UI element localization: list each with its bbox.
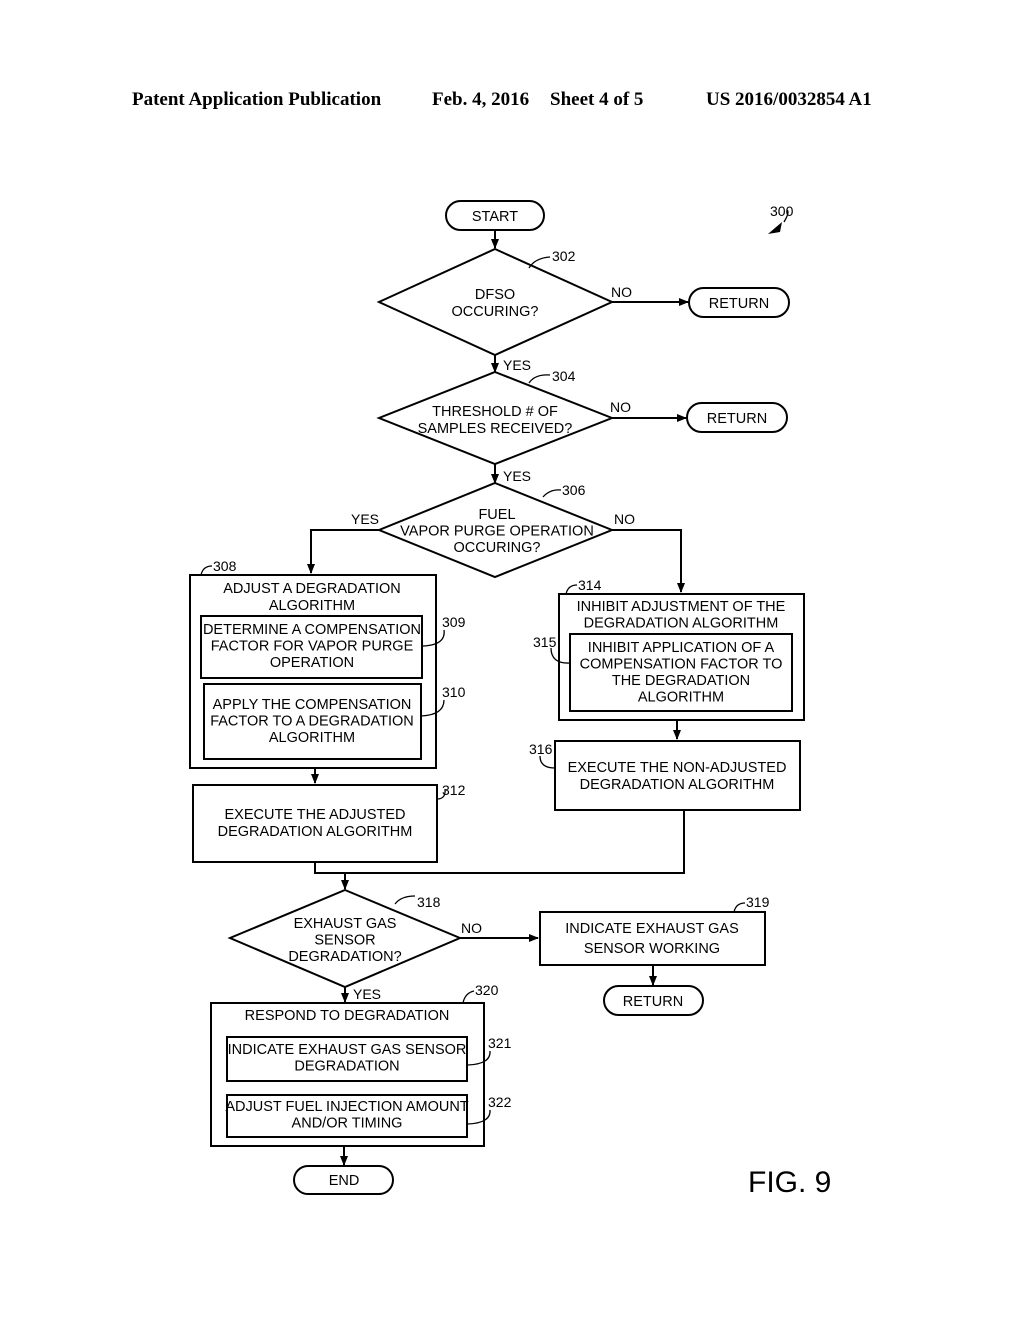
node-label-318-line: DEGRADATION? [288,949,401,965]
edge-label-318-yes: YES [353,986,381,1002]
node-label-310-line: FACTOR TO A DEGRADATION [210,714,414,730]
node-label-319-line: INDICATE EXHAUST GAS [565,921,739,937]
process-319 [539,911,766,966]
end-label: END [329,1173,360,1189]
ref-302: 302 [552,248,576,264]
edge-label-302-no: NO [611,284,632,300]
start-label: START [472,209,518,225]
node-label-312-line: DEGRADATION ALGORITHM [218,824,413,840]
node-label-318-line: EXHAUST GAS [294,916,397,932]
ref-310: 310 [442,684,466,700]
node-label-308-line: ALGORITHM [269,598,355,614]
node-label-314-line: INHIBIT ADJUSTMENT OF THE [577,599,786,615]
ref-319: 319 [746,894,770,910]
node-label-316-line: DEGRADATION ALGORITHM [580,777,775,793]
node-label-309-line: OPERATION [270,655,354,671]
node-label-315-line: THE DEGRADATION [612,673,750,689]
ref-314: 314 [578,577,602,593]
node-label-309-line: DETERMINE A COMPENSATION [203,622,421,638]
node-label-312-line: EXECUTE THE ADJUSTED [224,807,405,823]
flowchart-diagram: START RETURN RETURN RETURN END DFSOOCCUR… [189,200,831,1199]
edge-label-306-yes: YES [351,511,379,527]
ref-308: 308 [213,558,237,574]
ref-318: 318 [417,894,441,910]
node-label-322-line: AND/OR TIMING [292,1116,403,1132]
ref-309: 309 [442,614,466,630]
node-label-308-line: ADJUST A DEGRADATION [223,581,401,597]
node-label-318-line: SENSOR [314,933,375,949]
node-label-304-line: SAMPLES RECEIVED? [418,421,573,437]
edge-label-318-no: NO [461,920,482,936]
return-label: RETURN [623,994,683,1010]
ref-304: 304 [552,368,576,384]
node-label-320-line: RESPOND TO DEGRADATION [245,1008,450,1024]
node-label-310-line: APPLY THE COMPENSATION [213,697,412,713]
ref-306: 306 [562,482,586,498]
figure-ref-number: 300 [770,203,794,219]
node-label-315-line: ALGORITHM [638,690,724,706]
edge-label-302-yes: YES [503,357,531,373]
node-label-306-line: OCCURING? [453,540,540,556]
edge-label-304-yes: YES [503,468,531,484]
return-terminal-304: RETURN [686,402,788,433]
ref-321: 321 [488,1035,512,1051]
arrow-306-no [612,529,685,593]
node-label-321-line: DEGRADATION [294,1059,399,1075]
node-label-314-line: DEGRADATION ALGORITHM [584,616,779,632]
node-label-309-line: FACTOR FOR VAPOR PURGE [211,639,414,655]
ref-322: 322 [488,1094,512,1110]
node-label-302-line: DFSO [475,287,515,303]
node-label-304-line: THRESHOLD # OF [432,404,558,420]
ref-312: 312 [442,782,466,798]
node-label-319-line: SENSOR WORKING [584,941,720,957]
return-terminal-302: RETURN [688,287,790,318]
node-label-315-line: COMPENSATION FACTOR TO [580,657,783,673]
node-label-306-line: FUEL [478,507,515,523]
return-label: RETURN [707,411,767,427]
node-label-322-line: ADJUST FUEL INJECTION AMOUNT [225,1099,468,1115]
edge-label-304-no: NO [610,399,631,415]
edge-label-306-no: NO [614,511,635,527]
return-label: RETURN [709,296,769,312]
start-terminal: START [445,200,545,231]
node-label-321-line: INDICATE EXHAUST GAS SENSOR [228,1042,467,1058]
node-label-315-line: INHIBIT APPLICATION OF A [588,640,775,656]
ref-316: 316 [529,741,553,757]
return-terminal-319: RETURN [603,985,704,1016]
arrow-306-yes [307,529,379,574]
node-label-302-line: OCCURING? [451,304,538,320]
figure-label: FIG. 9 [748,1166,831,1199]
node-label-306-line: VAPOR PURGE OPERATION [400,524,594,540]
ref-315: 315 [533,634,557,650]
ref-320: 320 [475,982,499,998]
node-label-310-line: ALGORITHM [269,730,355,746]
node-label-316-line: EXECUTE THE NON-ADJUSTED [568,760,787,776]
end-terminal: END [293,1165,394,1195]
